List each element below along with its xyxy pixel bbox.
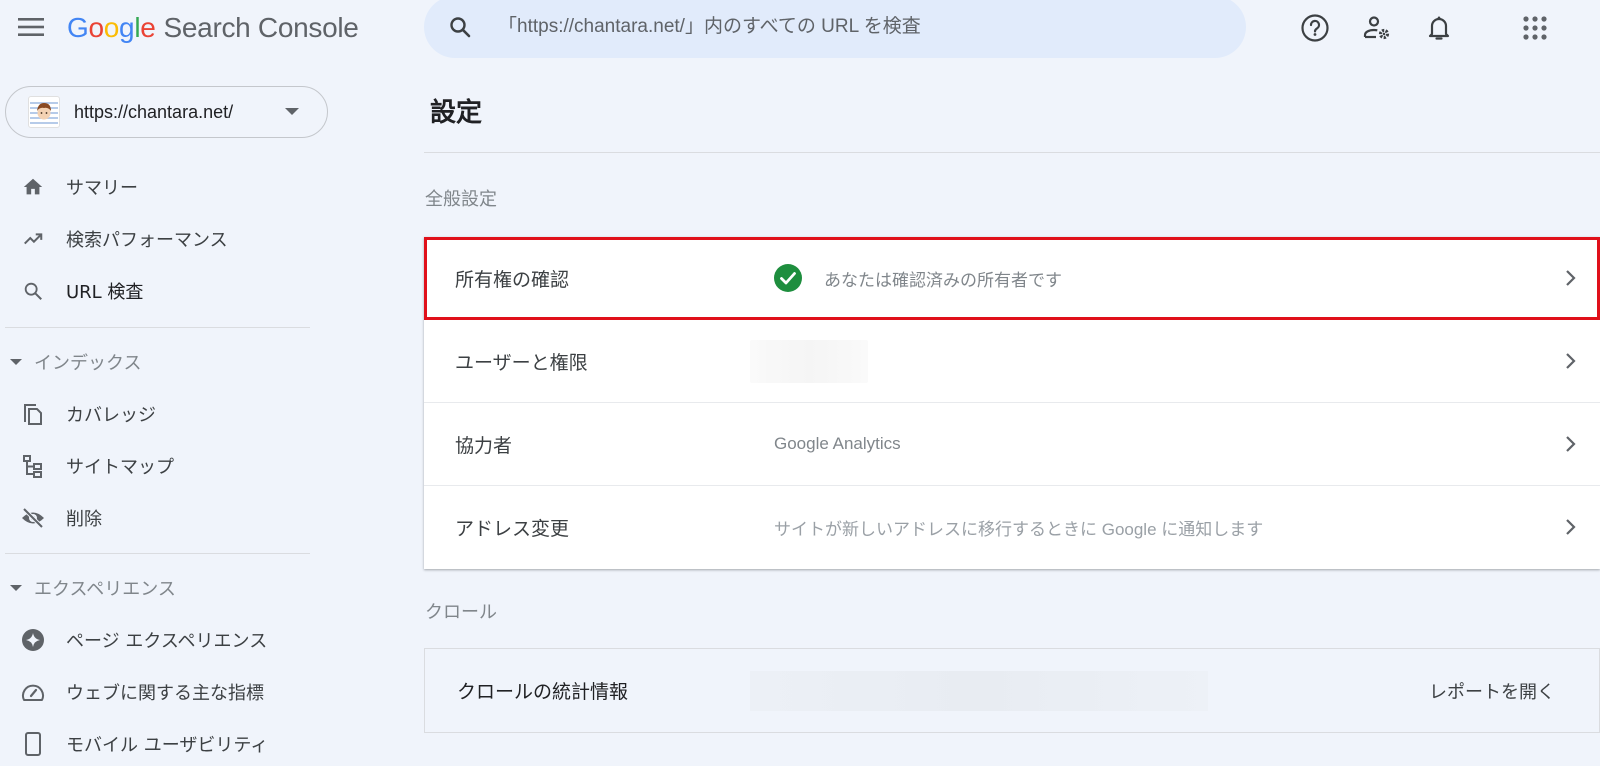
settings-row-users-and-permissions[interactable]: ユーザーと権限 [424,320,1600,403]
logo-letter: G [67,12,89,43]
redacted-value [750,671,1208,711]
sidebar-item-label: モバイル ユーザビリティ [66,735,269,756]
sidebar-divider [5,327,310,328]
sidebar-divider [5,553,310,554]
help-button[interactable] [1297,10,1333,46]
row-label: クロールの統計情報 [457,681,629,703]
collapse-arrow-icon [10,585,22,591]
sidebar-section-title: エクスペリエンス [34,579,176,600]
search-icon [20,278,46,304]
row-label: ユーザーと権限 [455,351,588,374]
home-icon [20,174,46,200]
section-title-general: 全般設定 [425,189,497,210]
apps-icon [1523,16,1547,40]
row-label: 所有権の確認 [455,268,570,291]
section-title-crawl: クロール [425,602,497,623]
verification-status-text: あなたは確認済みの所有者です [824,270,1062,290]
sidebar-section-title: インデックス [34,353,142,374]
verified-check-icon [774,264,802,292]
settings-row-crawl-stats[interactable]: クロールの統計情報 レポートを開く [424,648,1600,733]
sidebar-item-label: 削除 [66,509,102,530]
sidebar-item-label: URL 検査 [66,282,144,303]
title-divider [424,152,1600,153]
smartphone-icon [20,731,46,757]
settings-row-ownership-verification[interactable]: 所有権の確認 あなたは確認済みの所有者です [424,237,1600,320]
manage-users-button[interactable] [1359,10,1395,46]
main-menu-button[interactable] [14,10,48,44]
trending-up-icon [20,226,46,252]
sidebar-item-label: 検索パフォーマンス [66,230,228,251]
row-value: サイトが新しいアドレスに移行するときに Google に通知します [774,520,1264,539]
sidebar-item-url-inspection[interactable]: URL 検査 [0,269,320,313]
collapse-arrow-icon [10,359,22,365]
sidebar-item-removals[interactable]: 削除 [0,496,320,540]
sidebar-item-performance[interactable]: 検索パフォーマンス [0,217,320,261]
sidebar-item-summary[interactable]: サマリー [0,165,320,209]
notifications-button[interactable] [1421,10,1457,46]
page-title: 設定 [430,98,483,128]
chevron-right-icon [1560,350,1582,372]
sidebar-item-coverage[interactable]: カバレッジ [0,392,320,436]
chevron-right-icon [1560,267,1582,289]
general-settings-card: 所有権の確認 あなたは確認済みの所有者です ユーザーと権限 協力者 Google… [424,237,1600,569]
search-icon[interactable] [446,13,474,41]
property-url: https://chantara.net/ [74,101,234,122]
url-inspection-input[interactable] [498,16,1198,38]
visibility-off-icon [20,505,46,531]
chevron-right-icon [1560,516,1582,538]
url-inspection-search-bar[interactable] [424,0,1246,58]
speed-gauge-icon [20,679,46,705]
logo-letter: e [140,12,156,43]
page-experience-icon [20,627,46,653]
google-apps-button[interactable] [1517,10,1553,46]
row-value: あなたは確認済みの所有者です [774,264,1062,292]
copy-pages-icon [20,401,46,427]
sidebar-item-core-web-vitals[interactable]: ウェブに関する主な指標 [0,670,320,714]
sitemap-icon [20,453,46,479]
menu-icon [18,18,44,36]
dropdown-caret-icon [285,108,299,115]
sidebar-item-label: カバレッジ [66,405,156,426]
settings-row-change-of-address[interactable]: アドレス変更 サイトが新しいアドレスに移行するときに Google に通知します [424,486,1600,569]
product-name: Search Console [163,12,359,43]
chevron-right-icon [1560,433,1582,455]
logo-letter: o [88,12,104,43]
sidebar-section-experience[interactable]: エクスペリエンス [10,573,176,603]
manage-users-icon [1363,16,1390,40]
logo-letter: g [119,12,135,43]
sidebar-item-page-experience[interactable]: ページ エクスペリエンス [0,618,320,662]
open-report-link[interactable]: レポートを開く [1429,678,1555,704]
sidebar-section-index[interactable]: インデックス [10,347,141,377]
settings-row-associations[interactable]: 協力者 Google Analytics [424,403,1600,486]
sidebar-item-sitemaps[interactable]: サイトマップ [0,444,320,488]
help-icon [1301,14,1329,42]
redacted-value [750,340,868,383]
row-label: アドレス変更 [455,518,570,540]
sidebar-item-label: サイトマップ [66,457,174,478]
sidebar-item-label: ウェブに関する主な指標 [66,683,264,704]
sidebar-item-label: サマリー [66,178,138,199]
search-console-logo[interactable]: Google Search Console [67,12,359,44]
property-selector[interactable]: https://chantara.net/ [5,86,328,138]
property-favicon [28,96,60,128]
logo-letter: o [103,12,120,43]
row-value: Google Analytics [774,434,901,453]
sidebar-item-mobile-usability[interactable]: モバイル ユーザビリティ [0,722,320,766]
row-label: 協力者 [455,434,513,457]
notifications-icon [1428,16,1450,40]
sidebar-item-label: ページ エクスペリエンス [66,631,268,652]
top-app-bar: Google Search Console [0,0,1600,60]
